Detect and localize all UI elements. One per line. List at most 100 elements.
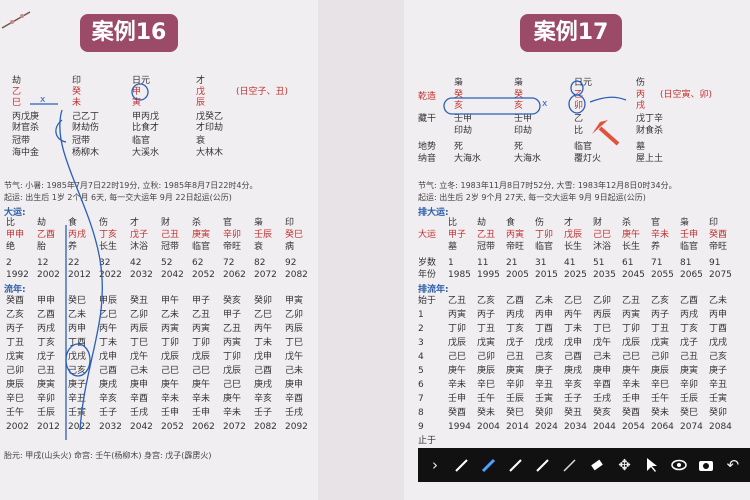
- liunian-cell: 辛酉: [593, 380, 612, 390]
- dayun-ganzhi: 丙寅: [506, 230, 525, 240]
- chevron-right-icon[interactable]: ›: [424, 454, 446, 476]
- liunian-cell: 辛巳: [477, 380, 496, 390]
- dayun-age: 51: [593, 258, 605, 268]
- dayun-year: 2012: [68, 270, 91, 280]
- liunian-cell: 辛丑: [68, 394, 87, 404]
- pillar-hidden: 己乙丁: [72, 112, 100, 122]
- liunian-cell: 丁丑: [477, 324, 496, 334]
- liunian-prefix: 5: [418, 366, 424, 376]
- dayun-year: 1992: [6, 270, 29, 280]
- dayun-ganzhi: 丁亥: [99, 230, 118, 240]
- liunian-cell: 己未: [285, 366, 304, 376]
- pillar-branch: 寅: [132, 98, 142, 108]
- liunian-cell: 戊辰: [192, 352, 211, 362]
- dayun-god: 印: [285, 218, 295, 228]
- liunian-cell: 己巳: [448, 352, 467, 362]
- plum-branch-decoration: [1, 11, 31, 29]
- dayun-ganzhi: 癸巳: [285, 230, 304, 240]
- liunian-cell: 戊寅: [651, 338, 670, 348]
- liunian-header: 流年:: [4, 285, 26, 295]
- liunian-cell: 2042: [130, 422, 153, 432]
- liunian-cell: 癸酉: [6, 296, 25, 306]
- liunian-cell: 丙子: [6, 324, 25, 334]
- pen-icon[interactable]: [451, 454, 473, 476]
- liunian-cell: 2054: [622, 422, 645, 432]
- eraser-icon[interactable]: [586, 454, 608, 476]
- dayun-ganzhi: 庚寅: [192, 230, 211, 240]
- liunian-cell: 壬子: [564, 394, 583, 404]
- dayun-phase: 沐浴: [593, 242, 612, 252]
- liunian-prefix: 9: [418, 422, 424, 432]
- liunian-cell: 乙未: [709, 296, 728, 306]
- liunian-cell: 己亥: [68, 366, 87, 376]
- solar-term-info: 节气: 立冬: 1983年11月8日7时52分, 大雪: 1983年12月8日0…: [418, 181, 677, 190]
- liunian-cell: 辛卯: [37, 394, 56, 404]
- dayun-age: 91: [709, 258, 721, 268]
- liunian-cell: 甲辰: [99, 296, 118, 306]
- dayun-year: 2082: [285, 270, 308, 280]
- pillar-branch: 未: [72, 98, 82, 108]
- pillar-stem: 癸: [72, 87, 82, 97]
- liunian-cell: 丙午: [99, 324, 118, 334]
- dayun-god: 劫: [477, 218, 487, 228]
- dayun-age: 92: [285, 258, 297, 268]
- pillar-branch: 辰: [196, 98, 206, 108]
- dayun-phase: 帝旺: [709, 242, 728, 252]
- liunian-cell: 乙巳: [254, 310, 273, 320]
- liunian-prefix: 2: [418, 324, 424, 334]
- dayun-god: 才: [564, 218, 574, 228]
- dayun-god: 财: [593, 218, 603, 228]
- liunian-cell: 辛亥: [564, 380, 583, 390]
- liunian-cell: 丙申: [709, 310, 728, 320]
- liunian-cell: 2062: [192, 422, 215, 432]
- pillar-stem: 癸: [514, 90, 524, 100]
- row-label: 乾造: [418, 92, 437, 102]
- liunian-cell: 己卯: [6, 366, 25, 376]
- dayun-age: 62: [192, 258, 204, 268]
- pointer-icon[interactable]: [641, 454, 663, 476]
- liunian-cell: 己巳: [161, 366, 180, 376]
- pen-2-icon[interactable]: [505, 454, 527, 476]
- pillar-nayin: 大海水: [514, 154, 542, 164]
- liunian-cell: 癸未: [477, 408, 496, 418]
- liunian-cell: 戊子: [506, 338, 525, 348]
- liunian-cell: 辛亥: [99, 394, 118, 404]
- liunian-cell: 丙子: [651, 310, 670, 320]
- dayun-age: 12: [37, 258, 49, 268]
- dayun-year: 1995: [477, 270, 500, 280]
- liunian-cell: 丙寅: [192, 324, 211, 334]
- liunian-header: 排流年:: [418, 285, 449, 295]
- liunian-cell: 庚子: [709, 366, 728, 376]
- liunian-cell: 甲子: [192, 296, 211, 306]
- liunian-cell: 辛未: [161, 394, 180, 404]
- pencil-icon[interactable]: [559, 454, 581, 476]
- liunian-cell: 庚子: [68, 380, 87, 390]
- dayun-phase: 长生: [622, 242, 641, 252]
- liunian-cell: 辛巳: [6, 394, 25, 404]
- undo-icon[interactable]: ↶: [722, 454, 744, 476]
- dayun-god: 官: [223, 218, 233, 228]
- liunian-cell: 乙亥: [477, 296, 496, 306]
- pen-3-icon[interactable]: [532, 454, 554, 476]
- liunian-cell: 丙申: [68, 324, 87, 334]
- liunian-cell: 戊戌: [68, 352, 87, 362]
- pillar-phase: 衰: [196, 136, 206, 146]
- dayun-age: 2: [6, 258, 12, 268]
- liunian-cell: 1994: [448, 422, 471, 432]
- liunian-cell: 庚午: [192, 380, 211, 390]
- dayun-year: 2022: [99, 270, 122, 280]
- solar-term-info: 节气: 小暑: 1985年7月7日22时19分, 立秋: 1985年8月7日22…: [4, 181, 258, 190]
- liunian-cell: 己酉: [99, 366, 118, 376]
- liunian-cell: 壬戌: [130, 408, 149, 418]
- dayun-phase: 养: [651, 242, 661, 252]
- highlighter-icon[interactable]: [478, 454, 500, 476]
- eye-icon[interactable]: [668, 454, 690, 476]
- liunian-cell: 壬申: [192, 408, 211, 418]
- camera-icon[interactable]: [695, 454, 717, 476]
- liunian-cell: 己卯: [651, 352, 670, 362]
- dayun-year: 2045: [622, 270, 645, 280]
- move-icon[interactable]: ✥: [614, 454, 636, 476]
- pillar-hidden: 戊丁辛: [636, 114, 664, 124]
- liunian-cell: 乙酉: [37, 310, 56, 320]
- dayun-year: 1985: [448, 270, 471, 280]
